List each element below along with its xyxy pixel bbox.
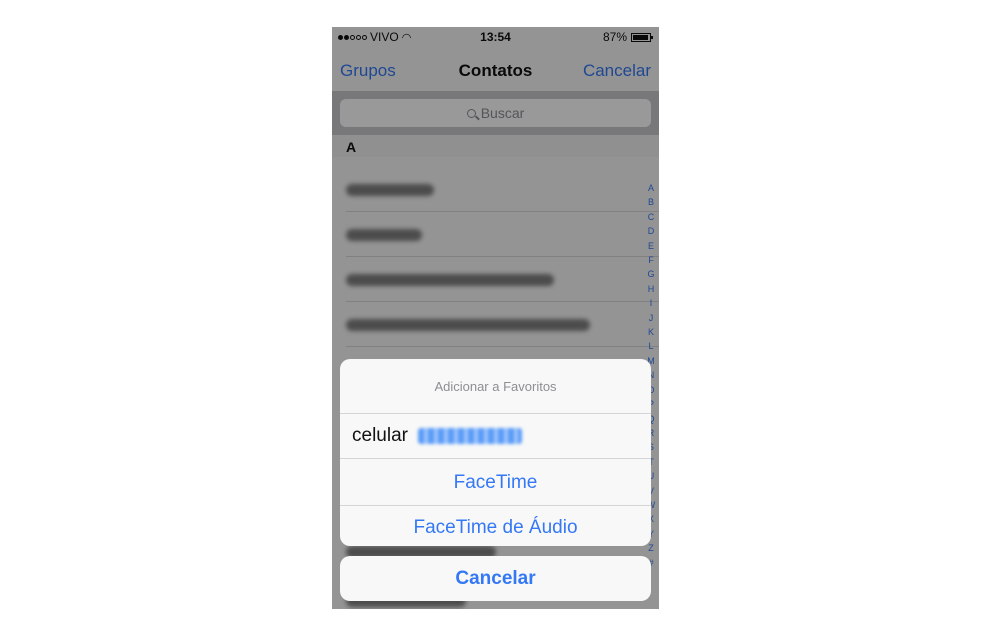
phone-number (417, 428, 522, 444)
facetime-button[interactable]: FaceTime (340, 460, 651, 506)
phone-number-option[interactable]: celular (340, 414, 651, 459)
action-sheet: Adicionar a Favoritos celular FaceTime F… (340, 359, 651, 546)
phone-screen: VIVO ◠ 13:54 87% Grupos Contatos Cancela… (332, 27, 659, 609)
cancel-button[interactable]: Cancelar (340, 556, 651, 601)
phone-label: celular (352, 425, 408, 446)
action-sheet-title: Adicionar a Favoritos (340, 359, 651, 414)
facetime-audio-button[interactable]: FaceTime de Áudio (340, 505, 651, 546)
